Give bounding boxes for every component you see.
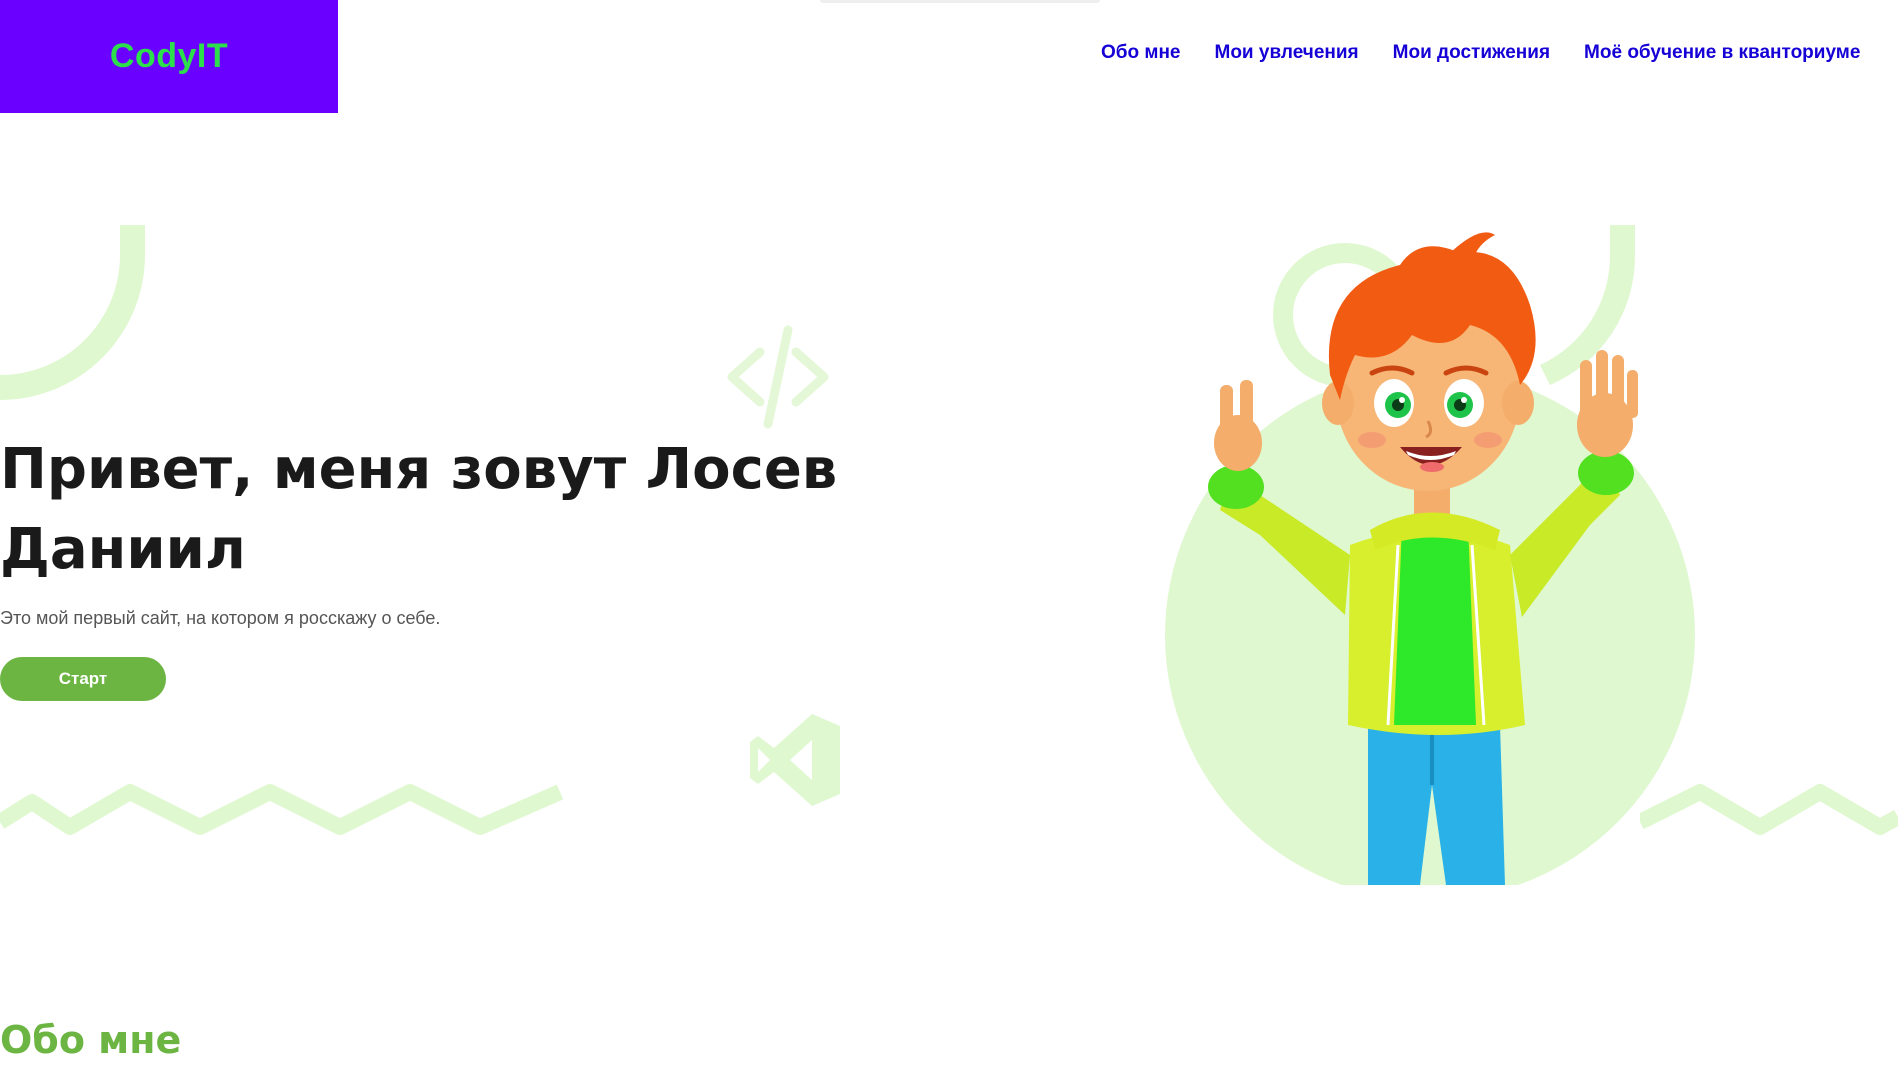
hero-illustration bbox=[1165, 225, 1695, 900]
start-button[interactable]: Старт bbox=[0, 657, 166, 701]
nav-link-hobbies[interactable]: Мои увлечения bbox=[1215, 42, 1359, 64]
hero-subtitle: Это мой первый сайт, на котором я росска… bbox=[0, 608, 441, 628]
decor-wave-left bbox=[0, 784, 564, 835]
about-section-title: Обо мне bbox=[0, 1018, 182, 1062]
vscode-icon bbox=[750, 714, 840, 806]
code-tag-icon bbox=[727, 325, 829, 429]
nav-link-kvantorium[interactable]: Моё обучение в кванториуме bbox=[1584, 42, 1860, 64]
top-divider bbox=[820, 0, 1100, 3]
logo[interactable]: CodyIT bbox=[0, 0, 338, 113]
page: CodyIT Обо мне Мои увлечения Мои достиже… bbox=[0, 0, 1898, 1080]
logo-text: CodyIT bbox=[109, 37, 229, 75]
nav-link-about[interactable]: Обо мне bbox=[1101, 42, 1181, 64]
hero-title: Привет, меня зовут Лосев Даниил bbox=[0, 437, 838, 582]
nav-link-achievements[interactable]: Мои достижения bbox=[1393, 42, 1550, 64]
decor-arc-left bbox=[0, 225, 145, 400]
main-nav: Обо мне Мои увлечения Мои достижения Моё… bbox=[1101, 42, 1860, 64]
